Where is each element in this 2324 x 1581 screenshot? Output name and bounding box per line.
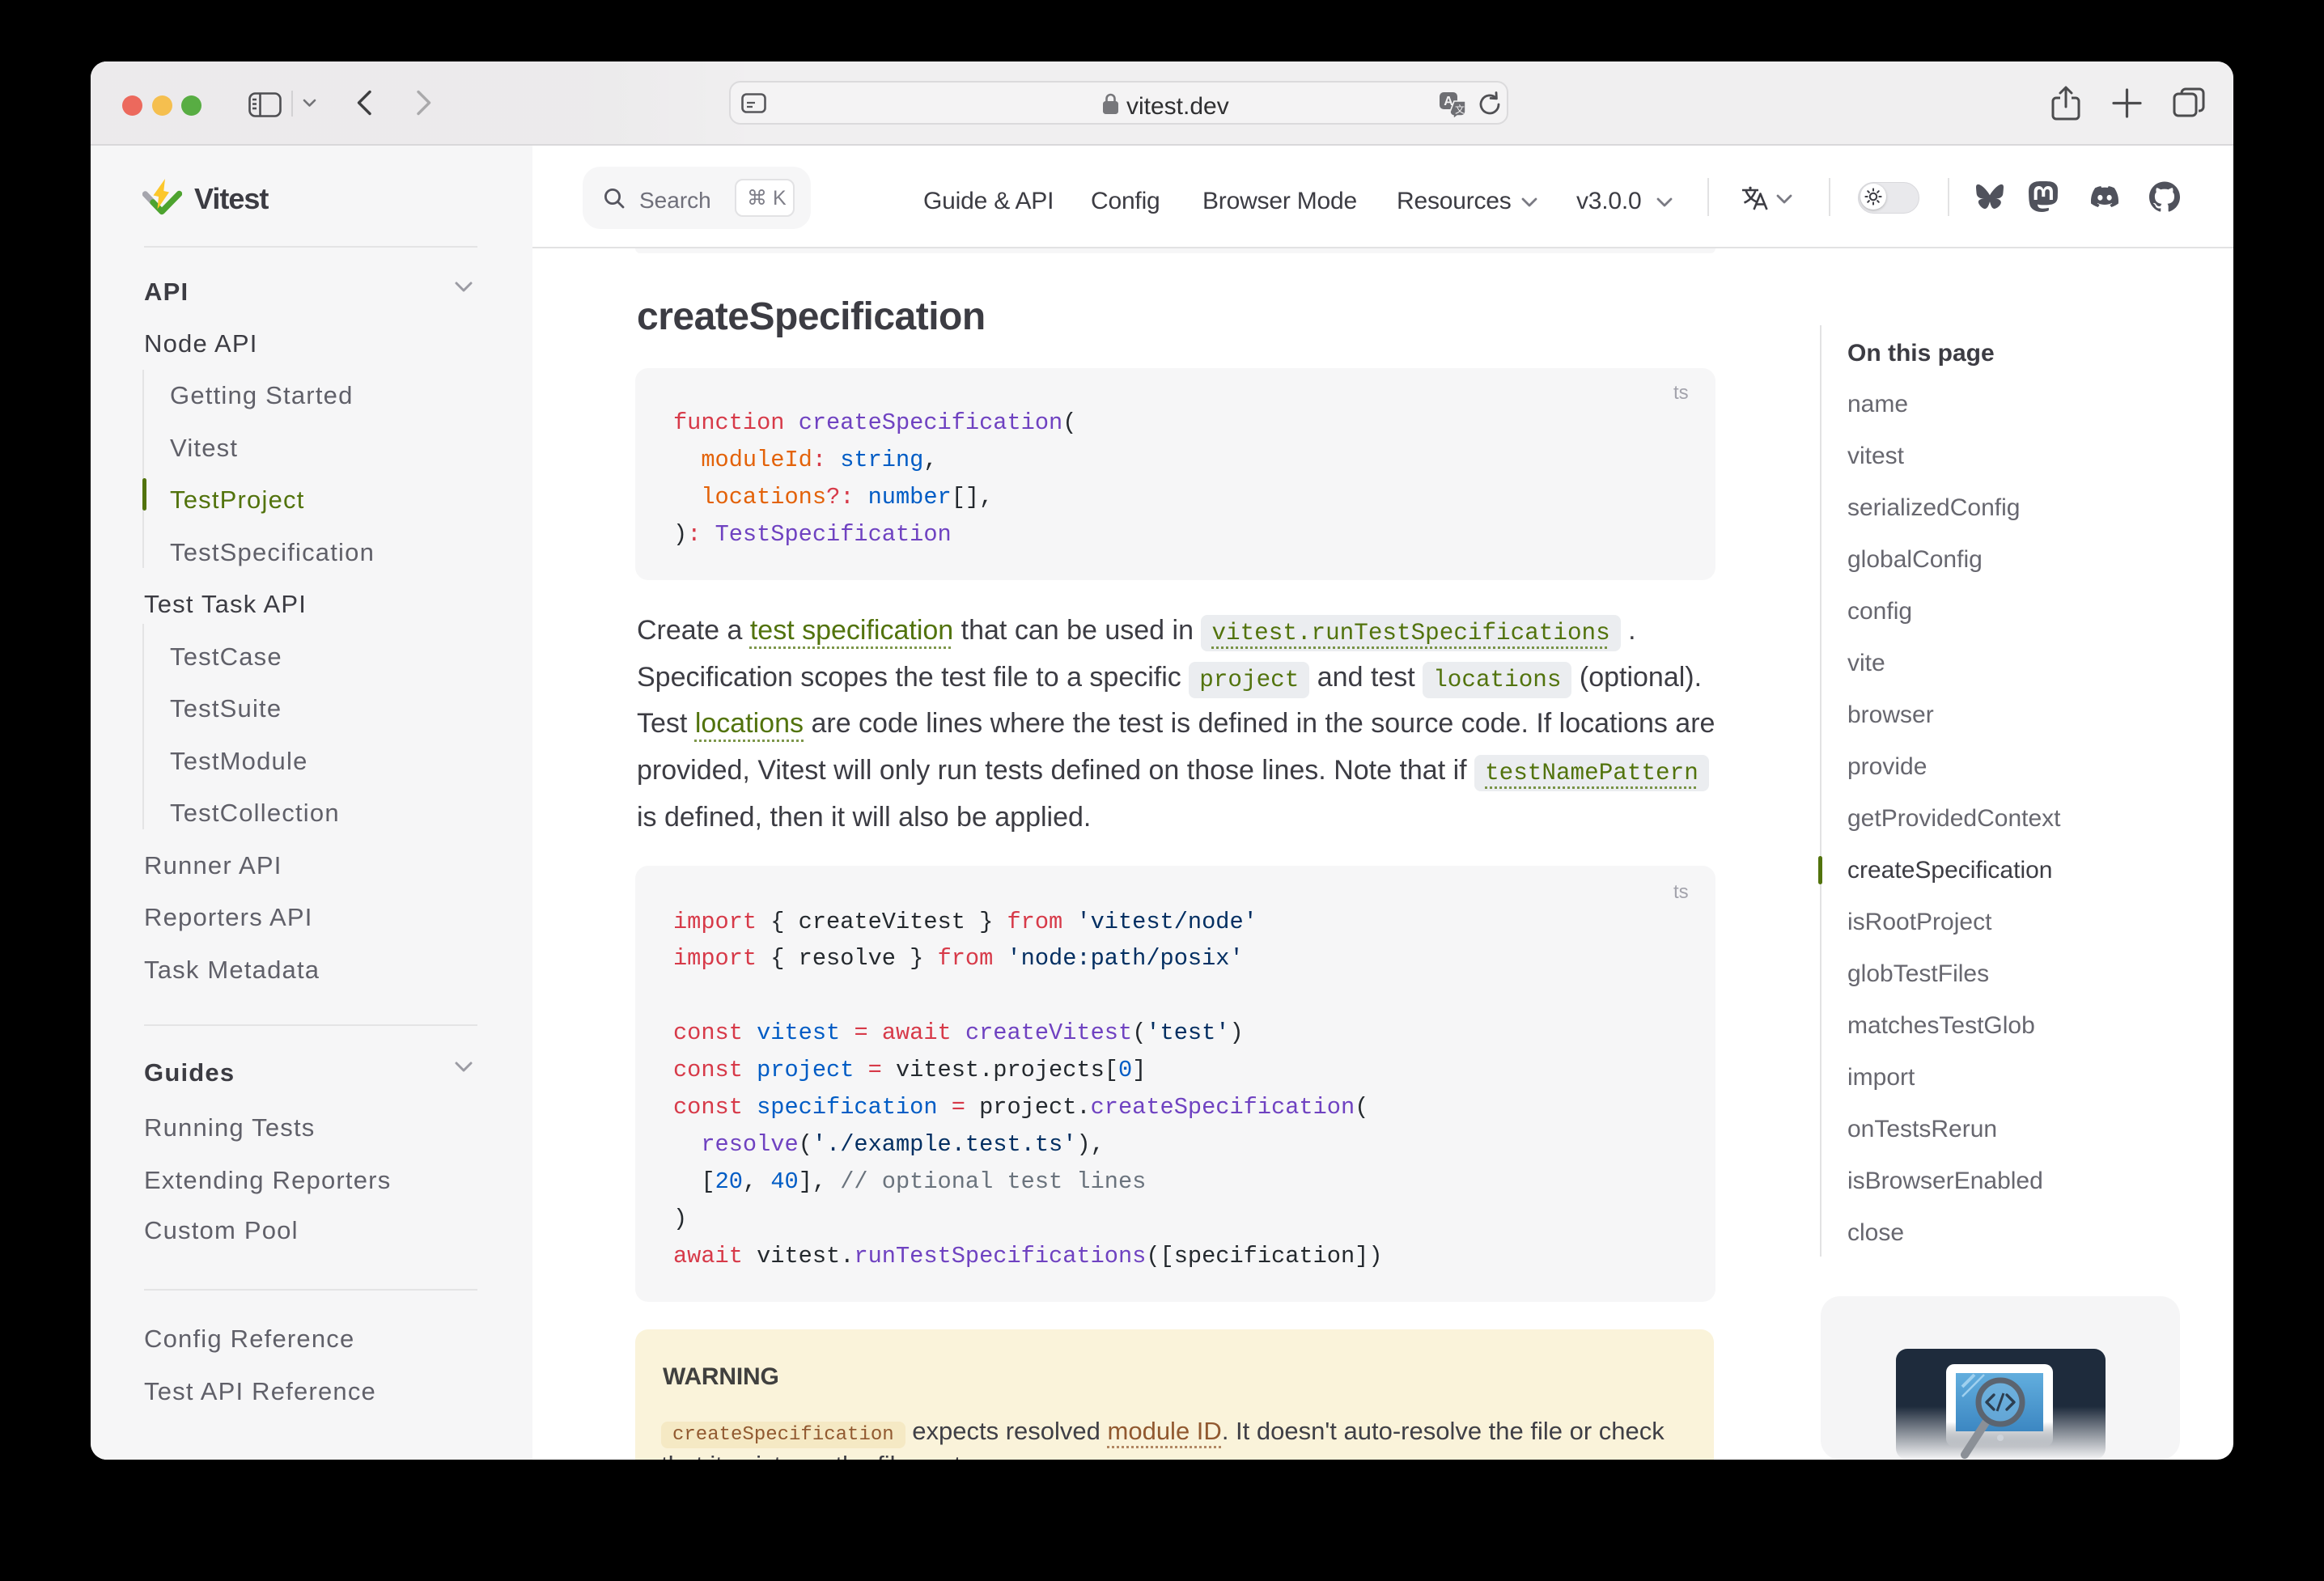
svg-text:文: 文 <box>1455 104 1465 116</box>
